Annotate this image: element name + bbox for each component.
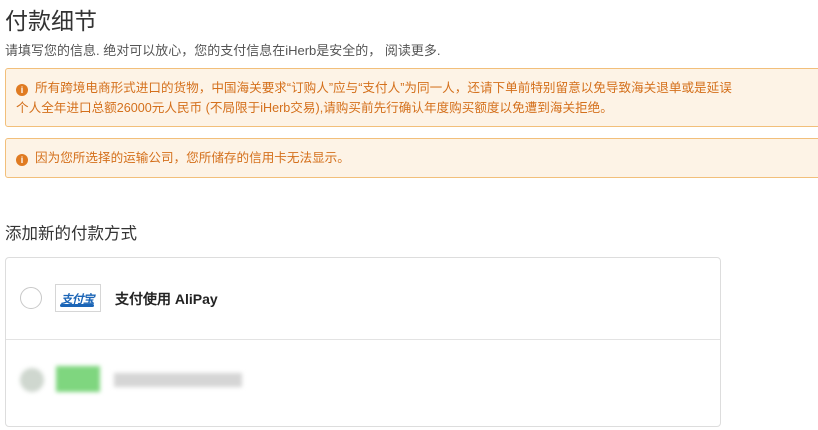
add-payment-method-heading: 添加新的付款方式 <box>5 225 137 243</box>
card-hidden-notice-text: 因为您所选择的运输公司，您所储存的信用卡无法显示。 <box>35 151 350 165</box>
customs-notice: i 所有跨境电商形式进口的货物，中国海关要求“订购人”应与“支付人”为同一人，还请… <box>5 68 818 127</box>
customs-notice-line2: 个人全年进口总额26000元人民币 (不局限于iHerb交易),请购买前先行确认… <box>16 101 613 115</box>
page-title: 付款细节 <box>5 8 97 34</box>
customs-notice-line1: 所有跨境电商形式进口的货物，中国海关要求“订购人”应与“支付人”为同一人，还请下… <box>35 81 732 95</box>
payment-option-obscured[interactable] <box>6 340 720 430</box>
alipay-radio[interactable] <box>20 287 42 309</box>
info-icon: i <box>16 84 28 96</box>
obscured-label <box>114 373 242 387</box>
card-hidden-notice: i 因为您所选择的运输公司，您所储存的信用卡无法显示。 <box>5 138 818 178</box>
info-icon: i <box>16 154 28 166</box>
obscured-radio <box>20 368 44 392</box>
alipay-label: 支付使用 AliPay <box>115 291 218 307</box>
payment-methods-panel: 支付宝 支付使用 AliPay <box>5 257 721 427</box>
page-subtitle: 请填写您的信息. 绝对可以放心，您的支付信息在iHerb是安全的， 阅读更多. <box>5 43 441 58</box>
payment-option-alipay[interactable]: 支付宝 支付使用 AliPay <box>6 258 720 340</box>
obscured-logo <box>56 366 100 392</box>
alipay-logo: 支付宝 <box>55 284 101 312</box>
